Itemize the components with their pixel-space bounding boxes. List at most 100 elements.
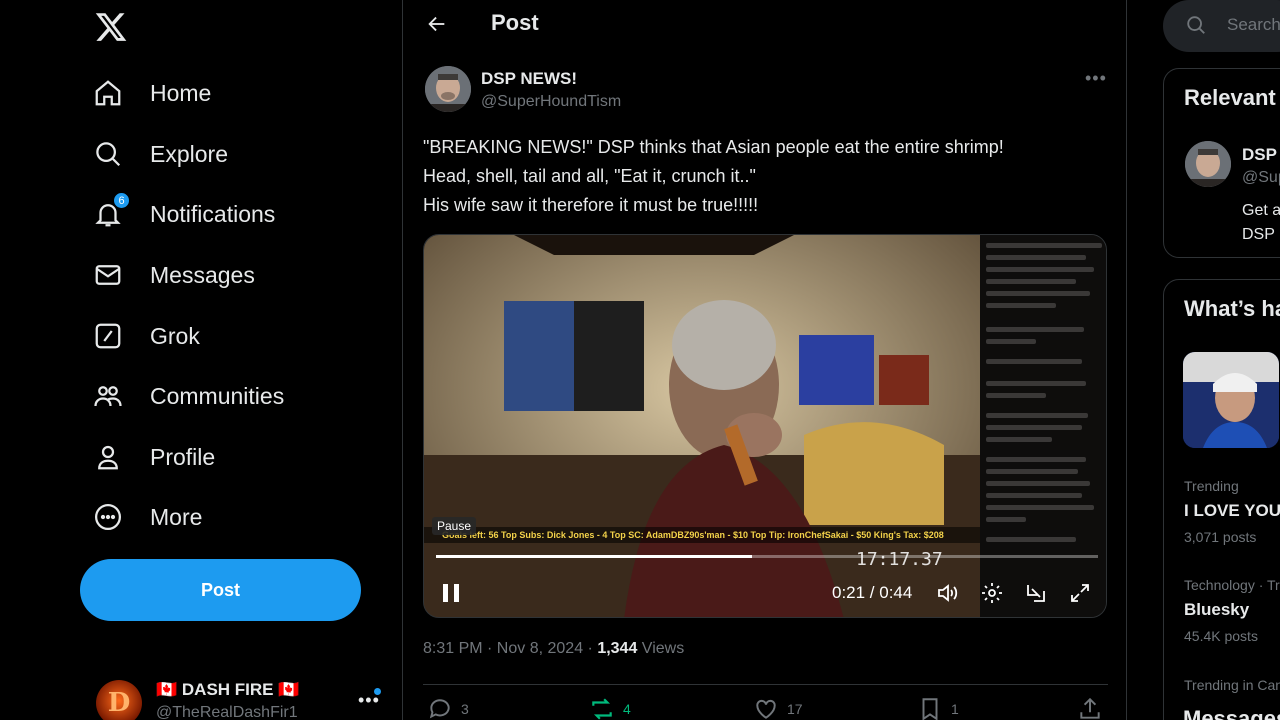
video-progress-bar[interactable]	[436, 555, 1098, 558]
post-text: "BREAKING NEWS!" DSP thinks that Asian p…	[423, 133, 1113, 220]
bookmark-icon	[922, 698, 938, 720]
post-time[interactable]: 8:31 PM · Nov 8, 2024 ·	[423, 640, 597, 657]
chat-line	[986, 457, 1086, 462]
post-views-count: 1,344	[597, 640, 638, 657]
stream-ticker: Goals left: 56 Top Subs: Dick Jones - 4 …	[424, 527, 980, 543]
nav-profile[interactable]: Profile	[92, 432, 215, 482]
relevant-people-title: Relevant people	[1184, 85, 1280, 110]
chat-line	[986, 393, 1046, 398]
chat-line	[986, 243, 1102, 248]
left-sidebar: Home Explore 6 Notifications Messages Gr…	[0, 0, 402, 720]
news-thumbnail[interactable]	[1183, 352, 1279, 448]
repost-button[interactable]: 4	[589, 696, 631, 720]
nav-communities[interactable]: Communities	[92, 371, 284, 421]
post-detail-column: Post DSP NEWS! @SuperHoundTism ••• "BREA…	[402, 0, 1127, 720]
chat-line	[986, 425, 1082, 430]
reply-button[interactable]: 3	[427, 696, 469, 720]
x-logo-icon[interactable]	[94, 10, 128, 44]
bookmark-count: 1	[951, 701, 959, 717]
nav-communities-label: Communities	[150, 382, 285, 409]
post-views-label: Views	[637, 640, 685, 657]
pause-tooltip: Pause	[432, 517, 477, 535]
chat-line	[986, 517, 1026, 522]
relevant-bio-line: Get all the latest	[1242, 202, 1280, 219]
account-name: 🇨🇦 DASH FIRE 🇨🇦	[156, 680, 300, 699]
nav-explore-label: Explore	[150, 140, 228, 167]
grok-icon	[92, 320, 124, 352]
reply-count: 3	[461, 701, 469, 717]
stream-chat-overlay	[980, 235, 1106, 617]
nav-grok-label: Grok	[150, 322, 200, 349]
account-handle: @TheRealDashFir1	[156, 704, 298, 720]
relevant-people-card: Relevant people DSP NEWS! @SuperHoundTis…	[1163, 68, 1280, 258]
divider	[423, 684, 1108, 685]
nav-notifications[interactable]: 6 Notifications	[92, 189, 275, 239]
nav-home-label: Home	[150, 79, 212, 106]
repost-icon	[592, 698, 612, 720]
back-arrow-icon[interactable]	[423, 10, 451, 38]
chat-line	[986, 413, 1088, 418]
chat-line	[986, 469, 1078, 474]
search-icon	[1187, 16, 1205, 34]
nav-messages[interactable]: Messages	[92, 250, 255, 300]
messages-drawer-title[interactable]: Messages	[1183, 706, 1280, 720]
trend-category: Trending	[1184, 478, 1239, 494]
bookmark-button[interactable]: 1	[917, 696, 959, 720]
trend-count: 3,071 posts	[1184, 529, 1257, 545]
search-placeholder: Search	[1227, 15, 1280, 34]
video-player[interactable]: Goals left: 56 Top Subs: Dick Jones - 4 …	[423, 234, 1107, 618]
nav-messages-label: Messages	[150, 261, 255, 288]
chat-line	[986, 267, 1094, 272]
nav-more[interactable]: More	[92, 492, 202, 542]
nav-home[interactable]: Home	[92, 68, 211, 118]
settings-gear-icon[interactable]	[980, 581, 1004, 605]
like-button[interactable]: 17	[753, 696, 803, 720]
author-name[interactable]: DSP NEWS!	[481, 69, 577, 89]
relevant-name[interactable]: DSP NEWS!	[1242, 145, 1280, 165]
home-icon	[92, 77, 124, 109]
repost-count: 4	[623, 701, 631, 717]
post-compose-button[interactable]: Post	[80, 559, 361, 621]
author-avatar[interactable]	[425, 66, 471, 112]
search-box[interactable]: Search	[1163, 0, 1280, 52]
account-switcher[interactable]: D 🇨🇦 DASH FIRE 🇨🇦 @TheRealDashFir1 •••	[96, 676, 396, 720]
chat-line	[986, 291, 1090, 296]
chat-line	[986, 481, 1090, 486]
fullscreen-icon[interactable]	[1068, 581, 1092, 605]
post-text-line: "BREAKING NEWS!" DSP thinks that Asian p…	[423, 137, 1004, 157]
people-icon	[92, 380, 124, 412]
post-timestamp: 8:31 PM · Nov 8, 2024 · 1,344 Views	[423, 640, 684, 658]
pause-icon[interactable]	[440, 581, 462, 605]
stream-clock: 17:17.37	[856, 549, 943, 570]
video-progress-fill	[436, 555, 752, 558]
trend-name[interactable]: Bluesky	[1184, 600, 1249, 620]
nav-grok[interactable]: Grok	[92, 311, 200, 361]
trend-name[interactable]: I LOVE YOU	[1184, 501, 1280, 521]
chat-line	[986, 505, 1094, 510]
chat-line	[986, 381, 1086, 386]
share-button[interactable]	[1077, 696, 1103, 720]
envelope-icon	[92, 259, 124, 291]
chat-line	[986, 437, 1052, 442]
chat-line	[986, 339, 1036, 344]
post-text-line: His wife saw it therefore it must be tru…	[423, 195, 759, 215]
nav-more-label: More	[150, 503, 203, 530]
picture-in-picture-icon[interactable]	[1024, 581, 1048, 605]
relevant-handle: @SuperHoundTism	[1242, 169, 1280, 186]
trend-category: Trending in Canada	[1184, 677, 1280, 693]
whats-happening-title: What’s happening	[1184, 296, 1280, 321]
post-more-icon[interactable]: •••	[1085, 68, 1107, 89]
author-handle[interactable]: @SuperHoundTism	[481, 93, 621, 111]
relevant-avatar[interactable]	[1185, 141, 1231, 187]
whats-happening-card: What’s happening Trending I LOVE YOU 3,0…	[1163, 279, 1280, 720]
reply-icon	[429, 699, 450, 719]
nav-notifications-label: Notifications	[150, 200, 276, 227]
video-time: 0:21 / 0:44	[832, 583, 913, 602]
chat-line	[986, 327, 1084, 332]
volume-icon[interactable]	[936, 581, 960, 605]
account-avatar-letter: D	[107, 688, 131, 718]
relevant-bio: Get all the latest DSP news	[1242, 199, 1280, 247]
nav-explore[interactable]: Explore	[92, 129, 228, 179]
chat-line	[986, 255, 1086, 260]
notification-badge: 6	[113, 192, 130, 209]
